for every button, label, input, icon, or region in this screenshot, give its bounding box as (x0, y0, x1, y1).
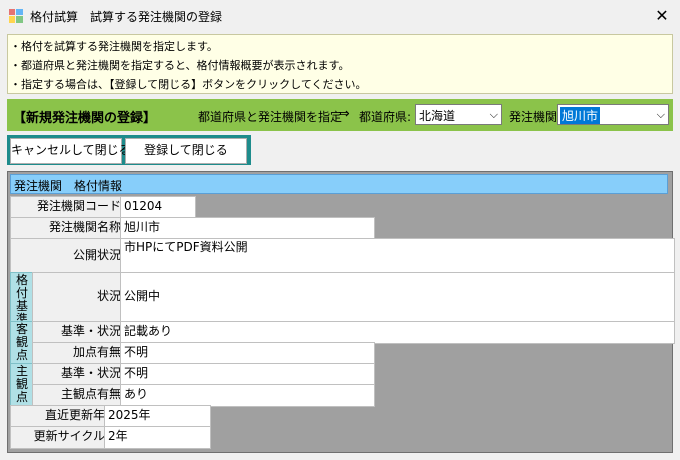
code-label: 発注機関コード (10, 196, 126, 219)
status-value: 公開中 (120, 272, 675, 323)
recent-year-value: 2025年 (104, 405, 211, 428)
obj-basis-label: 基準・状況 (32, 321, 126, 344)
subj-basis-label: 基準・状況 (32, 363, 126, 386)
instruction-text: 都道府県と発注機関を指定 (198, 110, 343, 124)
grid-header: 発注機関 格付情報 (10, 174, 668, 194)
publish-value: 市HPにてPDF資料公開 (120, 238, 675, 274)
close-icon[interactable]: ✕ (648, 2, 676, 30)
info-line: ・格付を試算する発注機関を指定します。 (10, 40, 218, 53)
code-value: 01204 (120, 196, 196, 219)
section-title: 【新規発注機関の登録】 (13, 111, 157, 126)
status-label: 状況 (32, 272, 126, 323)
objective-group-text: 客観点 (16, 322, 29, 362)
name-label: 発注機関名称 (10, 217, 126, 240)
rating-group-label: 格付基準 (10, 272, 34, 326)
info-line: ・都道府県と発注機関を指定すると、格付情報概要が表示されます。 (10, 59, 350, 72)
title-bar: 格付試算 試算する発注機関の登録 ✕ (0, 0, 680, 32)
app-grid-icon (9, 9, 23, 23)
obj-basis-value: 記載あり (120, 321, 675, 344)
button-frame: キャンセルして閉じる 登録して閉じる (7, 135, 251, 165)
info-panel: ・格付を試算する発注機関を指定します。 ・都道府県と発注機関を指定すると、格付情… (7, 34, 673, 94)
prefecture-label: 都道府県: (359, 110, 412, 124)
register-button[interactable]: 登録して閉じる (125, 138, 247, 164)
agency-select[interactable]: 旭川市 ⌵ (557, 104, 669, 125)
prefecture-value: 北海道 (419, 109, 456, 123)
name-value: 旭川市 (120, 217, 375, 240)
obj-bonus-value: 不明 (120, 342, 375, 365)
prefecture-select[interactable]: 北海道 ⌵ (415, 104, 502, 125)
arrow-icon: ⇒ (338, 106, 350, 122)
cycle-value: 2年 (104, 426, 211, 449)
rating-group-text: 格付基準 (16, 273, 29, 326)
cancel-button[interactable]: キャンセルして閉じる (10, 138, 131, 164)
recent-year-label: 直近更新年 (10, 405, 110, 428)
subj-basis-value: 不明 (120, 363, 375, 386)
rating-info-grid: 発注機関 格付情報 発注機関コード 01204 発注機関名称 旭川市 公開状況 … (7, 171, 675, 453)
chevron-down-icon[interactable]: ⌵ (490, 108, 498, 122)
grid-title: 発注機関 格付情報 (14, 179, 123, 193)
agency-label: 発注機関: (509, 110, 562, 124)
subj-exist-value: あり (120, 384, 375, 407)
subj-exist-label: 主観点有無 (32, 384, 126, 407)
subjective-group-text: 主観点 (16, 364, 29, 404)
register-bar: 【新規発注機関の登録】 都道府県と発注機関を指定 ⇒ 都道府県: 北海道 ⌵ 発… (7, 99, 673, 131)
subjective-group-label: 主観点 (10, 363, 34, 408)
window-title: 格付試算 試算する発注機関の登録 (30, 10, 223, 24)
agency-value: 旭川市 (560, 107, 601, 124)
obj-bonus-label: 加点有無 (32, 342, 126, 365)
cycle-label: 更新サイクル (10, 426, 110, 449)
publish-label: 公開状況 (10, 238, 126, 274)
objective-group-label: 客観点 (10, 321, 34, 366)
chevron-down-icon[interactable]: ⌵ (657, 108, 665, 122)
info-line: ・指定する場合は、【登録して閉じる】ボタンをクリックしてください。 (10, 78, 367, 91)
